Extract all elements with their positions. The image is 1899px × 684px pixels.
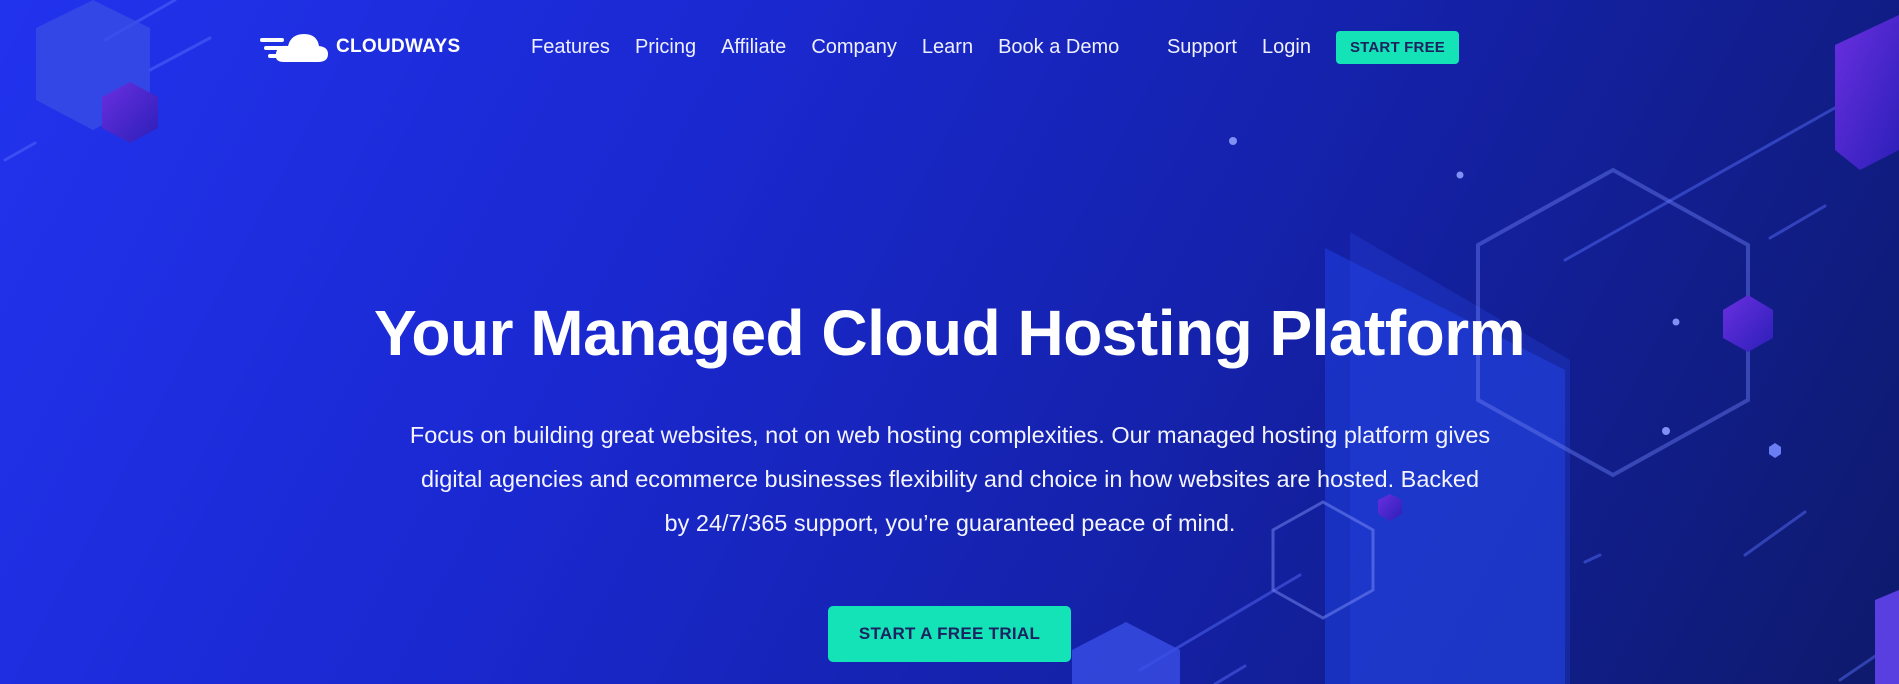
brand-name: CLOUDWAYS: [336, 36, 461, 57]
nav-right: Support Login START FREE: [1167, 31, 1459, 64]
nav-affiliate[interactable]: Affiliate: [721, 36, 786, 59]
nav-support[interactable]: Support: [1167, 36, 1237, 59]
nav-features[interactable]: Features: [531, 36, 610, 59]
hero-description-line-1: Focus on building great websites, not on…: [409, 422, 1491, 448]
main-menu: Features Pricing Affiliate Company Learn…: [531, 36, 1144, 59]
cloud-logo-icon: [260, 34, 328, 62]
hero-description: Focus on building great websites, not on…: [380, 413, 1520, 545]
hero-description-line-3: by 24/7/365 support, you’re guaranteed p…: [664, 510, 1236, 536]
hero-description-line-2: digital agencies and ecommerce businesse…: [420, 466, 1480, 492]
nav-learn[interactable]: Learn: [922, 36, 973, 59]
nav-pricing[interactable]: Pricing: [635, 36, 696, 59]
brand-logo[interactable]: CLOUDWAYS: [260, 28, 460, 66]
nav-company[interactable]: Company: [811, 36, 897, 59]
nav-login[interactable]: Login: [1262, 36, 1311, 59]
nav-book-a-demo[interactable]: Book a Demo: [998, 36, 1119, 59]
top-navigation: CLOUDWAYS Features Pricing Affiliate Com…: [0, 0, 1899, 96]
start-free-trial-button[interactable]: START A FREE TRIAL: [828, 606, 1071, 662]
hero-title: Your Managed Cloud Hosting Platform: [373, 297, 1526, 369]
start-free-button[interactable]: START FREE: [1335, 31, 1459, 64]
